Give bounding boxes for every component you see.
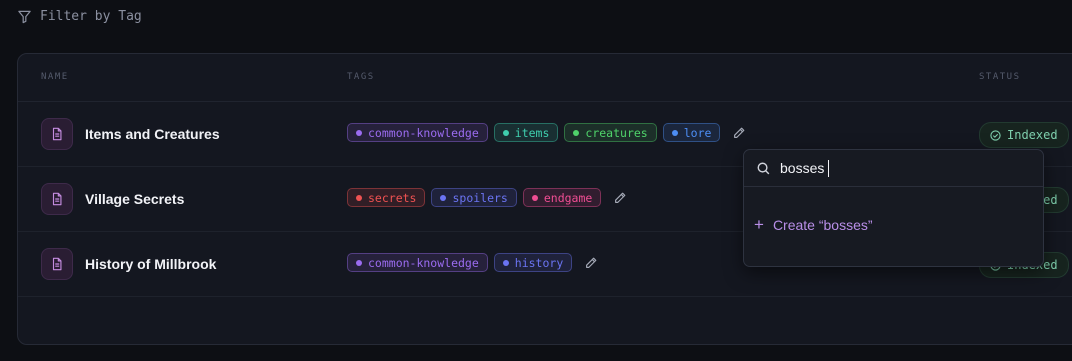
tag-color-dot (356, 194, 362, 201)
tag-label: common-knowledge (368, 125, 479, 140)
pencil-icon[interactable] (584, 256, 598, 270)
row-name[interactable]: Village Secrets (85, 191, 184, 207)
tag-label: spoilers (452, 190, 508, 205)
tag-list: common-knowledge history (347, 253, 598, 272)
column-header-name: NAME (41, 72, 69, 82)
tag-secrets[interactable]: secrets (347, 188, 426, 207)
tag-color-dot (356, 129, 362, 136)
tag-list: common-knowledge items creatures lore (347, 123, 746, 142)
tag-lore[interactable]: lore (662, 123, 721, 142)
tag-label: lore (683, 125, 712, 140)
tag-common-knowledge[interactable]: common-knowledge (347, 253, 488, 272)
tag-common-knowledge[interactable]: common-knowledge (347, 123, 488, 142)
tag-color-dot (671, 129, 678, 136)
tag-endgame[interactable]: endgame (522, 188, 602, 207)
status-label: Indexed (1007, 128, 1058, 142)
tag-search-input[interactable] (780, 158, 1020, 178)
document-icon (41, 248, 73, 280)
tag-color-dot (440, 194, 447, 201)
check-circle-icon (990, 129, 1001, 141)
tag-search-bar (744, 150, 1043, 187)
tag-list: secrets spoilers endgame (347, 188, 627, 207)
tag-picker-popup: + Create “bosses” (743, 149, 1044, 267)
column-header-status: STATUS (979, 72, 1021, 82)
tag-label: common-knowledge (368, 255, 479, 270)
tag-label: history (514, 255, 564, 270)
filter-by-tag-button[interactable]: Filter by Tag (17, 9, 142, 24)
status-badge: Indexed (979, 122, 1069, 148)
text-caret (828, 160, 829, 177)
filter-label: Filter by Tag (40, 9, 142, 24)
tag-color-dot (502, 129, 509, 136)
tag-items[interactable]: items (493, 123, 559, 142)
tag-creatures[interactable]: creatures (564, 123, 657, 142)
document-icon (41, 118, 73, 150)
pencil-icon[interactable] (613, 191, 627, 205)
document-icon (41, 183, 73, 215)
tag-history[interactable]: history (493, 253, 573, 272)
tag-color-dot (573, 129, 580, 136)
tag-color-dot (356, 259, 362, 266)
tag-color-dot (531, 194, 538, 201)
tag-spoilers[interactable]: spoilers (431, 188, 517, 207)
plus-icon: + (754, 215, 764, 234)
search-icon (757, 162, 770, 175)
table-header: NAME TAGS STATUS (18, 54, 1072, 102)
tag-color-dot (502, 259, 509, 266)
table-row[interactable] (18, 297, 1072, 361)
tag-label: items (514, 125, 550, 140)
create-tag-option[interactable]: + Create “bosses” (754, 215, 873, 234)
funnel-icon (18, 10, 31, 24)
column-header-tags: TAGS (347, 72, 375, 82)
row-name[interactable]: Items and Creatures (85, 126, 220, 142)
tag-label: creatures (585, 125, 648, 140)
row-name[interactable]: History of Millbrook (85, 256, 216, 272)
tag-label: endgame (543, 190, 593, 205)
pencil-icon[interactable] (732, 126, 746, 140)
tag-label: secrets (368, 190, 417, 205)
create-tag-label: Create “bosses” (772, 217, 873, 233)
